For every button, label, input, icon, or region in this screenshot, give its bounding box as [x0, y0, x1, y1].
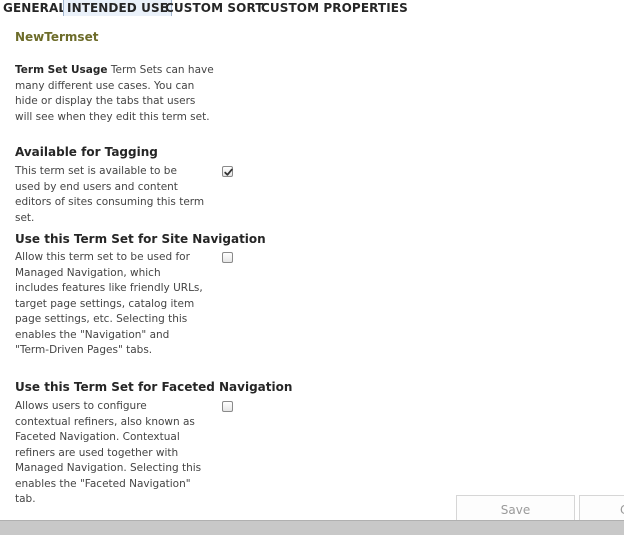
- tagging-heading: Available for Tagging: [15, 145, 158, 159]
- tagging-checkbox[interactable]: [222, 166, 233, 177]
- termset-title: NewTermset: [15, 30, 99, 44]
- tab-strip: GENERAL INTENDED USE CUSTOM SORT CUSTOM …: [0, 0, 624, 17]
- bottom-bar: [0, 520, 624, 535]
- tab-custom-properties[interactable]: CUSTOM PROPERTIES: [261, 0, 408, 16]
- faceted-navigation-checkbox[interactable]: [222, 401, 233, 412]
- usage-label: Term Set Usage: [15, 64, 108, 76]
- save-button[interactable]: Save: [456, 495, 575, 523]
- usage-block: Term Set Usage Term Sets can have many d…: [15, 63, 215, 125]
- cancel-button[interactable]: C: [579, 495, 624, 523]
- faceted-navigation-heading: Use this Term Set for Faceted Navigation: [15, 380, 293, 394]
- site-navigation-description: Allow this term set to be used for Manag…: [15, 251, 203, 356]
- site-navigation-checkbox[interactable]: [222, 252, 233, 263]
- tagging-description: This term set is available to be used by…: [15, 165, 205, 224]
- checkmark-icon: [224, 168, 233, 176]
- site-navigation-heading: Use this Term Set for Site Navigation: [15, 232, 266, 246]
- tab-intended-use[interactable]: INTENDED USE: [63, 0, 173, 16]
- tab-general[interactable]: GENERAL: [3, 0, 66, 16]
- faceted-navigation-description: Allows users to configure contextual ref…: [15, 400, 202, 505]
- tab-custom-sort[interactable]: CUSTOM SORT: [165, 0, 264, 16]
